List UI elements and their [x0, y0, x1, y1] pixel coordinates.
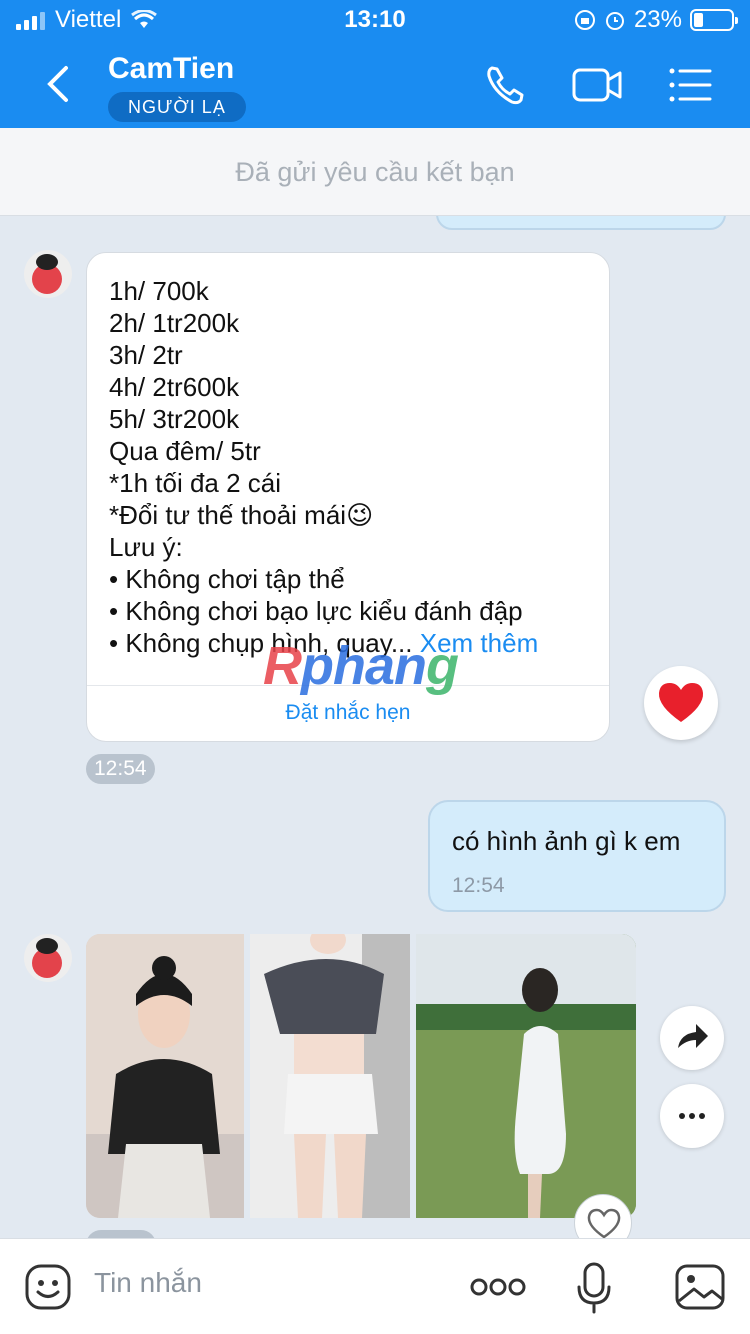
ellipsis-icon [679, 1113, 705, 1119]
message-input[interactable] [94, 1267, 434, 1299]
heart-icon [658, 683, 704, 722]
emoji-button[interactable] [24, 1263, 72, 1311]
alarm-icon [605, 12, 624, 30]
received-message-text: 1h/ 700k 2h/ 1tr200k 3h/ 2tr 4h/ 2tr600k… [109, 275, 538, 659]
set-reminder-button[interactable]: Đặt nhắc hẹn [87, 701, 609, 725]
friend-request-banner: Đã gửi yêu cầu kết bạn [0, 128, 750, 216]
photo-1[interactable] [86, 934, 244, 1218]
photo-group [86, 934, 636, 1218]
menu-button[interactable] [666, 62, 716, 108]
photo-2[interactable] [250, 934, 410, 1218]
back-button[interactable] [38, 62, 78, 106]
image-picker-button[interactable] [674, 1263, 726, 1311]
sent-message-bubble[interactable]: có hình ảnh gì k em 12:54 [428, 800, 726, 912]
more-actions-button[interactable] [470, 1263, 526, 1311]
photo-3[interactable] [416, 934, 636, 1218]
status-bar: Viettel 13:10 23% [0, 0, 750, 40]
previous-sent-bubble [436, 216, 726, 230]
share-button[interactable] [660, 1006, 724, 1070]
received-message-card[interactable]: 1h/ 700k 2h/ 1tr200k 3h/ 2tr 4h/ 2tr600k… [86, 252, 610, 742]
watermark-logo: Rphang [263, 636, 459, 696]
react-heart-button[interactable] [644, 666, 718, 740]
message-time: 12:54 [86, 754, 155, 784]
header-bar: Viettel 13:10 23% CamTien NGƯỜI LẠ [0, 0, 750, 128]
stranger-badge: NGƯỜI LẠ [108, 92, 246, 122]
react-heart-button[interactable] [574, 1194, 632, 1238]
more-options-button[interactable] [660, 1084, 724, 1148]
phone-call-button[interactable] [482, 62, 532, 108]
chat-area: 1h/ 700k 2h/ 1tr200k 3h/ 2tr 4h/ 2tr600k… [0, 216, 750, 1238]
battery-percent: 23% [633, 6, 682, 33]
sent-message-text: có hình ảnh gì k em [452, 826, 681, 856]
contact-avatar[interactable] [24, 250, 72, 298]
contact-name[interactable]: CamTien [108, 52, 234, 86]
battery-icon [690, 9, 738, 31]
message-body: 1h/ 700k 2h/ 1tr200k 3h/ 2tr 4h/ 2tr600k… [109, 276, 523, 658]
share-arrow-icon [678, 1024, 708, 1048]
heart-outline-icon [587, 1208, 621, 1238]
contact-avatar[interactable] [24, 934, 72, 982]
photo-time-pill [86, 1230, 156, 1238]
composer-bar [0, 1238, 750, 1334]
orientation-lock-icon [574, 10, 595, 30]
video-call-button[interactable] [572, 62, 622, 108]
microphone-button[interactable] [576, 1261, 612, 1315]
sent-message-time: 12:54 [452, 874, 505, 897]
